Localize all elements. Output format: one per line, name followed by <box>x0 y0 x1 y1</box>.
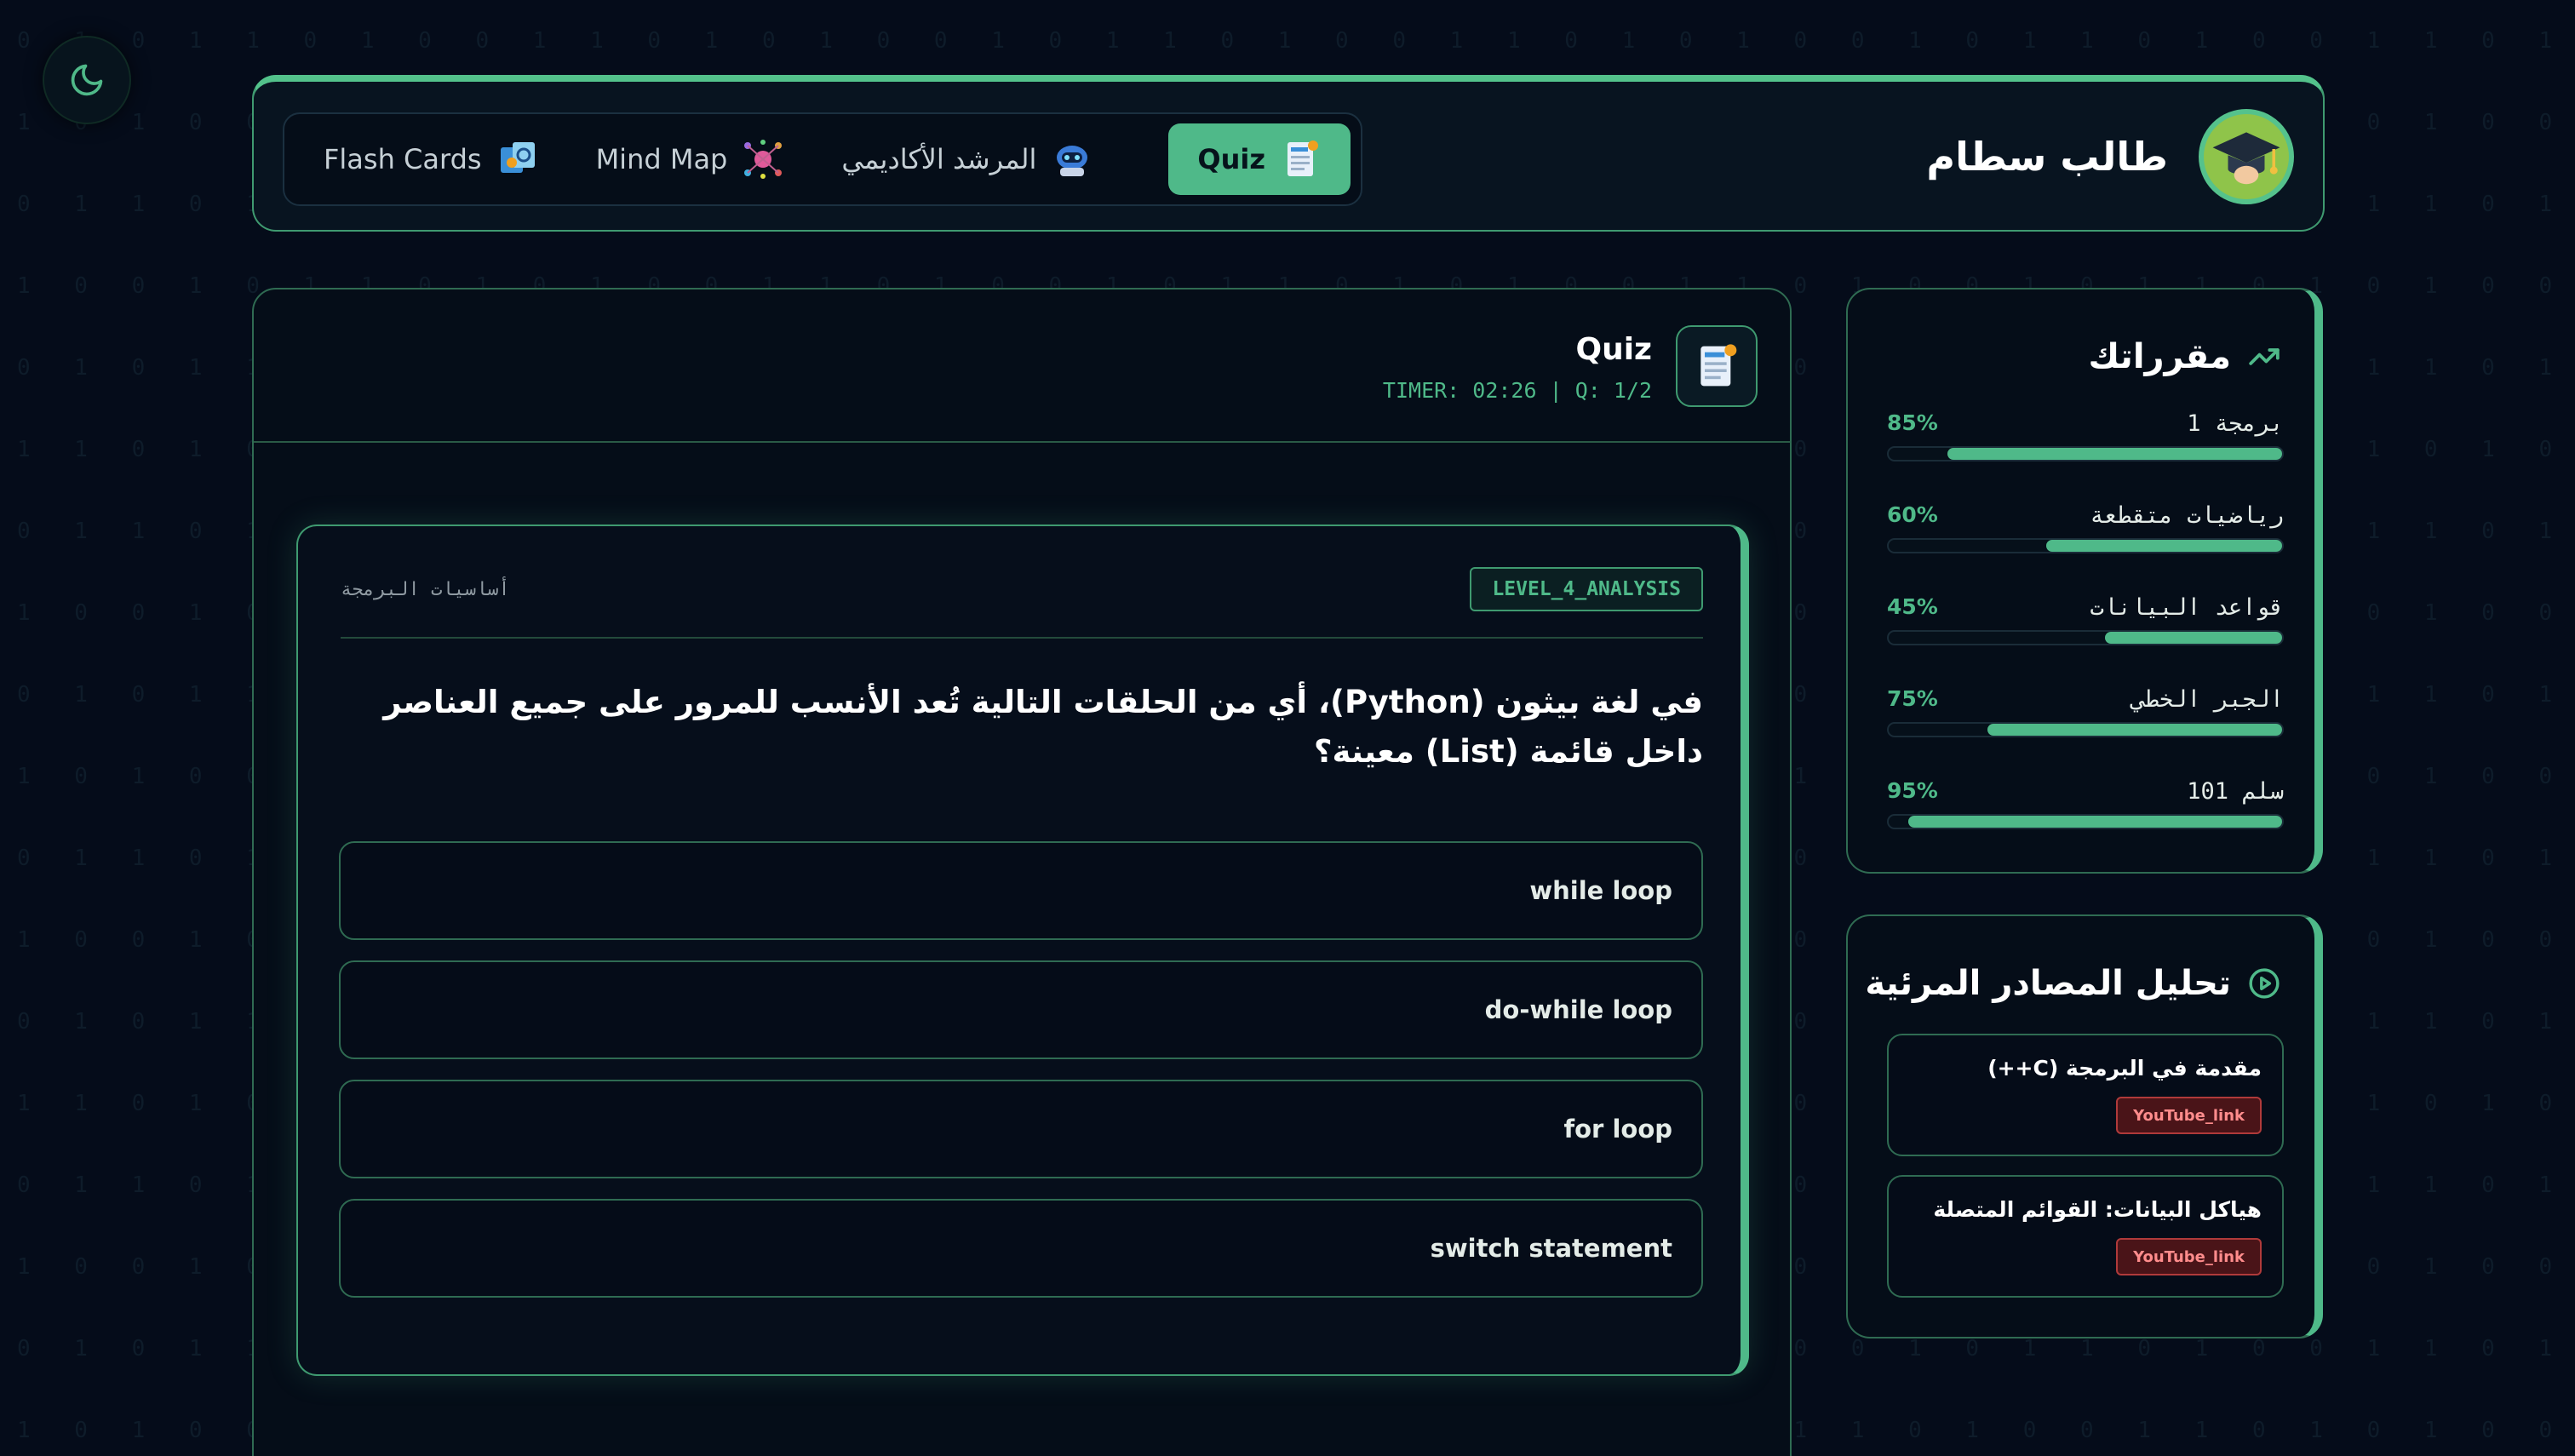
graduation-cap-icon <box>2212 132 2280 185</box>
mind-map-icon <box>743 139 783 180</box>
course-item[interactable]: سلم 101 95% <box>1887 778 2284 838</box>
robot-icon <box>1052 139 1093 180</box>
courses-card: مقرراتك برمجة 1 85% رياضيات متقطعة 60% ق… <box>1846 288 2323 874</box>
tab-quiz[interactable]: Quiz <box>1168 123 1351 195</box>
course-percent: 85% <box>1887 410 1938 435</box>
tab-label: Flash Cards <box>324 143 482 175</box>
course-name: قواعد البيانات <box>2090 594 2284 621</box>
answer-option[interactable]: switch statement <box>339 1199 1703 1298</box>
video-title: مقدمة في البرمجة (C++) <box>1987 1056 2262 1081</box>
question-text: في لغة بيثون (Python)، أي من الحلقات الت… <box>383 684 1703 770</box>
progress-bar <box>1887 630 2284 645</box>
course-item[interactable]: قواعد البيانات 45% <box>1887 594 2284 654</box>
tab-label: المرشد الأكاديمي <box>841 143 1037 175</box>
courses-title-text: مقرراتك <box>2088 337 2231 376</box>
quiz-logo-icon <box>1676 325 1758 407</box>
answer-option[interactable]: while loop <box>339 841 1703 940</box>
tab-label: Mind Map <box>595 143 728 175</box>
user-name: طالب سطام <box>1926 134 2168 180</box>
progress-fill <box>1947 448 2282 460</box>
top-header: Flash Cards Mind Map المرشد الأكاديمي Qu… <box>252 75 2325 232</box>
play-circle-icon <box>2249 968 2280 999</box>
answer-option[interactable]: do-while loop <box>339 960 1703 1059</box>
video-item[interactable]: هياكل البيانات: القوائم المتصلة YouTube_… <box>1887 1175 2284 1298</box>
tab-mind-map[interactable]: Mind Map <box>567 123 813 195</box>
course-item[interactable]: برمجة 1 85% <box>1887 410 2284 470</box>
video-sources-card: تحليل المصادر المرئية مقدمة في البرمجة (… <box>1846 914 2323 1338</box>
progress-bar <box>1887 722 2284 737</box>
progress-bar <box>1887 446 2284 461</box>
answer-options: while loop do-while loop for loop switch… <box>339 841 1703 1318</box>
dark-mode-toggle[interactable] <box>43 36 131 124</box>
course-name: برمجة 1 <box>2187 410 2284 437</box>
question-card: أساسيات البرمجة LEVEL_4_ANALYSIS في لغة … <box>296 525 1749 1376</box>
user-profile[interactable]: طالب سطام <box>1926 82 2323 232</box>
question-meta: أساسيات البرمجة LEVEL_4_ANALYSIS <box>341 567 1703 639</box>
quiz-header: Quiz TIMER: 02:26 | Q: 1/2 <box>254 289 1790 443</box>
progress-bar <box>1887 538 2284 553</box>
answer-option[interactable]: for loop <box>339 1080 1703 1178</box>
video-title: هياكل البيانات: القوائم المتصلة <box>1933 1197 2262 1222</box>
subject-label: أساسيات البرمجة <box>341 579 510 600</box>
course-name: رياضيات متقطعة <box>2090 502 2284 529</box>
youtube-link-badge[interactable]: YouTube_link <box>2116 1097 2262 1134</box>
progress-fill <box>2105 632 2282 644</box>
trending-up-icon <box>2249 348 2280 365</box>
progress-fill <box>1987 724 2282 736</box>
courses-title: مقرراتك <box>2089 337 2280 376</box>
course-item[interactable]: الجبر الخطي 75% <box>1887 686 2284 746</box>
video-item[interactable]: مقدمة في البرمجة (C++) YouTube_link <box>1887 1034 2284 1156</box>
progress-fill <box>1908 816 2282 828</box>
tab-flash-cards[interactable]: Flash Cards <box>295 123 567 195</box>
course-percent: 60% <box>1887 502 1938 527</box>
course-percent: 95% <box>1887 778 1938 803</box>
progress-bar <box>1887 814 2284 829</box>
moon-icon <box>71 64 103 96</box>
course-name: الجبر الخطي <box>2131 686 2284 713</box>
level-badge: LEVEL_4_ANALYSIS <box>1470 567 1703 611</box>
videos-title: تحليل المصادر المرئية <box>1865 964 2280 1003</box>
avatar <box>2199 109 2294 204</box>
main-nav: Flash Cards Mind Map المرشد الأكاديمي Qu… <box>283 112 1362 206</box>
youtube-link-badge[interactable]: YouTube_link <box>2116 1238 2262 1275</box>
tab-label: Quiz <box>1197 143 1265 175</box>
quiz-icon <box>1281 139 1322 180</box>
tab-academic-advisor[interactable]: المرشد الأكاديمي <box>812 123 1121 195</box>
quiz-timer: TIMER: 02:26 | Q: 1/2 <box>1382 378 1652 403</box>
course-name: سلم 101 <box>2187 778 2284 805</box>
course-item[interactable]: رياضيات متقطعة 60% <box>1887 502 2284 562</box>
flash-cards-icon <box>497 139 538 180</box>
quiz-panel: Quiz TIMER: 02:26 | Q: 1/2 أساسيات البرم… <box>252 288 1792 1456</box>
videos-title-text: تحليل المصادر المرئية <box>1865 964 2231 1003</box>
quiz-title: Quiz <box>1575 332 1652 367</box>
course-percent: 75% <box>1887 686 1938 711</box>
progress-fill <box>2045 540 2282 552</box>
course-percent: 45% <box>1887 594 1938 619</box>
